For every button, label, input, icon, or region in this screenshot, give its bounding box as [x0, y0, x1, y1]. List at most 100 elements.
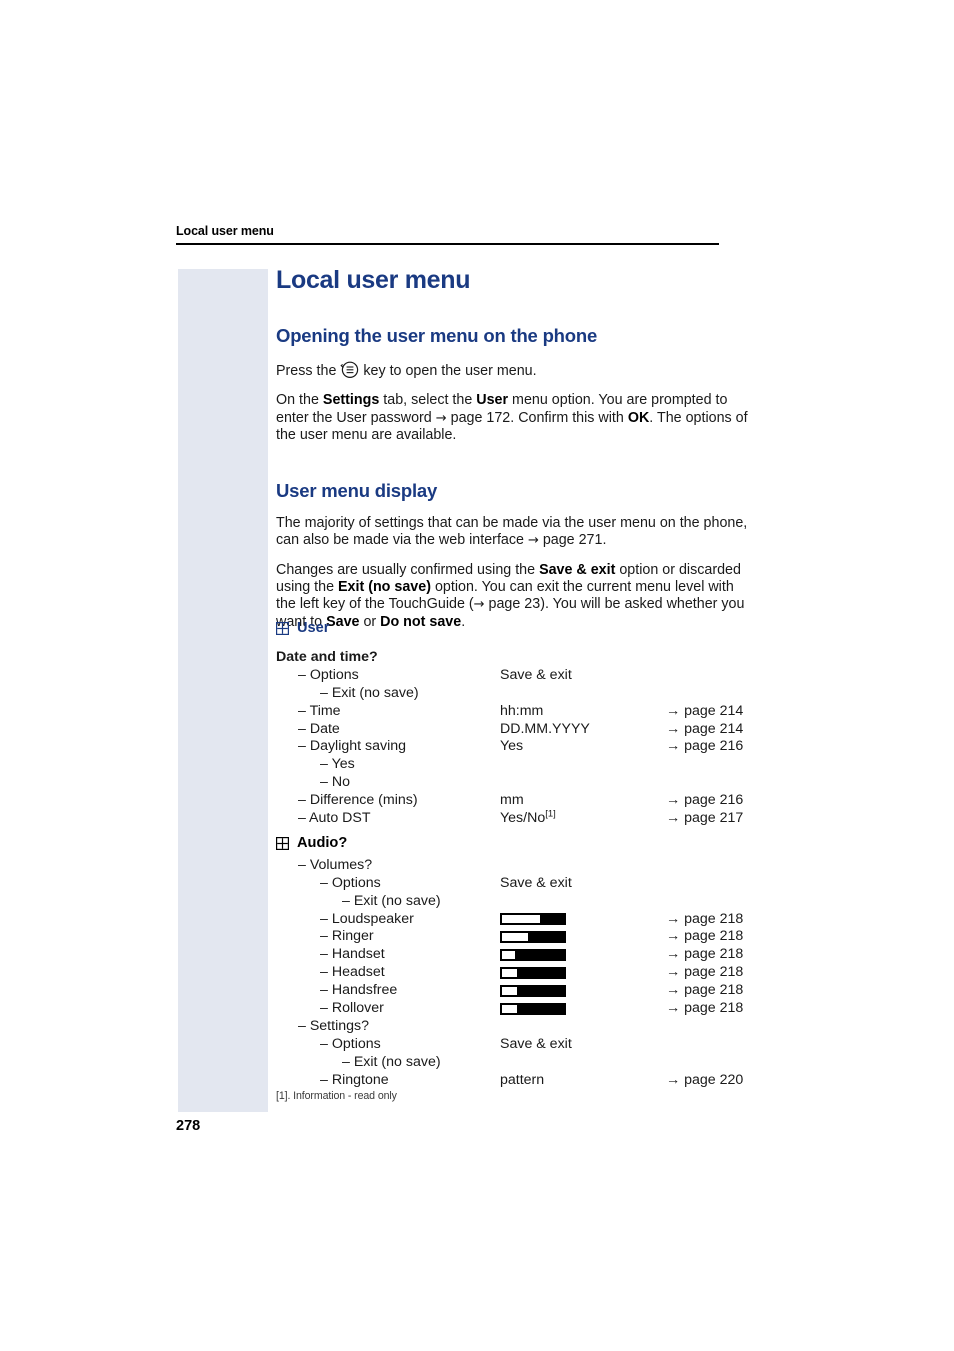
menu-item-value: Save & exit — [500, 666, 572, 683]
bold-save-exit: Save & exit — [539, 561, 616, 578]
menu-item-label: – Loudspeaker — [320, 910, 414, 927]
footnote-marker: [1] — [545, 808, 556, 820]
menu-tree-row[interactable]: Date and time? — [276, 649, 748, 667]
menu-tree-row[interactable]: – Loudspeaker → page 218 — [276, 911, 748, 929]
bold-user: User — [476, 392, 509, 409]
menu-item-label: – Auto DST — [298, 810, 371, 827]
page-number: 278 — [176, 1118, 201, 1134]
plus-box-icon[interactable] — [276, 622, 290, 639]
menu-tree-row[interactable]: – Auto DST Yes/No[1] → page 217 — [276, 808, 748, 828]
paragraph-majority-settings: The majority of settings that can be mad… — [276, 515, 748, 550]
arrow-right-icon: → — [435, 410, 447, 426]
page-title: Local user menu — [276, 266, 471, 294]
menu-item-value: Save & exit — [500, 1035, 572, 1052]
volume-bar-empty-portion — [502, 932, 529, 941]
menu-item-label: Date and time? — [276, 649, 378, 665]
volume-bar-empty-portion — [502, 968, 517, 977]
menu-tree-row[interactable]: – Yes — [276, 756, 748, 774]
menu-tree-row[interactable]: – Volumes? — [276, 857, 748, 875]
paragraph-settings-tab: On the Settings tab, select the User men… — [276, 392, 748, 444]
menu-item-label: – Exit (no save) — [342, 1053, 441, 1070]
text-fragment: On the — [276, 392, 323, 409]
menu-tree-row[interactable]: – Options Save & exit — [276, 1036, 748, 1054]
page-reference[interactable]: → page 216 — [666, 792, 743, 808]
page-reference[interactable]: → page 218 — [666, 982, 743, 998]
menu-item-label: – Ringtone — [320, 1071, 389, 1088]
text-fragment: The majority of settings that can be mad… — [276, 515, 748, 549]
text-fragment: page 271. — [538, 532, 607, 549]
volume-bar-empty-portion — [502, 950, 516, 959]
header-rule — [176, 243, 719, 245]
menu-item-label: – Yes — [320, 756, 355, 773]
menu-item-value: hh:mm — [500, 702, 544, 719]
menu-item-label: – Headset — [320, 964, 385, 981]
running-header: Local user menu — [176, 224, 274, 238]
plus-box-icon[interactable] — [276, 836, 290, 854]
volume-bar-empty-portion — [502, 1004, 517, 1013]
menu-group-label: User — [297, 620, 330, 636]
page-reference[interactable]: → page 214 — [666, 703, 743, 719]
menu-tree-row[interactable]: – Handset → page 218 — [276, 946, 748, 964]
page-reference[interactable]: → page 218 — [666, 1000, 743, 1016]
volume-level-bar — [500, 984, 566, 997]
menu-tree-row[interactable]: – Options Save & exit — [276, 667, 748, 685]
menu-item-label: – Handsfree — [320, 982, 398, 999]
footnote: [1]. Information - read only — [276, 1090, 397, 1102]
menu-item-value: Save & exit — [500, 874, 572, 891]
arrow-right-icon: → — [473, 597, 485, 613]
menu-tree-row[interactable]: – Daylight saving Yes → page 216 — [276, 738, 748, 756]
menu-group-header[interactable]: Audio? — [276, 835, 748, 857]
menu-key-icon — [340, 360, 359, 379]
menu-item-label: – Date — [298, 720, 340, 737]
page-reference[interactable]: → page 220 — [666, 1072, 743, 1088]
page-reference[interactable]: → page 217 — [666, 810, 743, 826]
menu-tree-row[interactable]: – Ringer → page 218 — [276, 928, 748, 946]
margin-decoration-block — [178, 269, 268, 1112]
menu-tree-row[interactable]: – Options Save & exit — [276, 875, 748, 893]
menu-item-label: – Difference (mins) — [298, 792, 418, 809]
page-reference[interactable]: → page 218 — [666, 946, 743, 962]
menu-tree-row[interactable]: – Exit (no save) — [276, 685, 748, 703]
menu-tree-row[interactable]: – Time hh:mm → page 214 — [276, 703, 748, 721]
menu-item-value: pattern — [500, 1071, 545, 1088]
menu-item-value: Yes/No[1] — [500, 808, 556, 827]
page-reference[interactable]: → page 218 — [666, 964, 743, 980]
menu-tree-row[interactable]: – Rollover → page 218 — [276, 1000, 748, 1018]
menu-item-label: – No — [320, 774, 350, 791]
menu-tree-row[interactable]: – Exit (no save) — [276, 1054, 748, 1072]
page-reference[interactable]: → page 218 — [666, 911, 743, 927]
section-heading-opening: Opening the user menu on the phone — [276, 325, 598, 346]
menu-tree-row[interactable]: – Settings? — [276, 1018, 748, 1036]
menu-tree-row[interactable]: – Ringtone pattern → page 220 — [276, 1072, 748, 1090]
menu-item-label: – Settings? — [298, 1017, 369, 1034]
bold-ok: OK — [627, 409, 650, 426]
menu-tree-row[interactable]: – Date DD.MM.YYYY → page 214 — [276, 721, 748, 739]
volume-level-bar — [500, 930, 566, 943]
page-reference[interactable]: → page 216 — [666, 738, 743, 754]
bold-settings: Settings — [322, 392, 380, 409]
menu-tree-row[interactable]: – Handsfree → page 218 — [276, 982, 748, 1000]
menu-item-label: – Exit (no save) — [342, 892, 441, 909]
menu-tree: User Date and time? – Options Save & exit – … — [276, 620, 748, 1089]
text-fragment: tab, select the — [379, 392, 477, 409]
menu-tree-row[interactable]: – Difference (mins) mm → page 216 — [276, 792, 748, 810]
menu-item-label: – Options — [320, 874, 381, 891]
volume-bar-empty-portion — [502, 986, 517, 995]
page-reference[interactable]: → page 218 — [666, 928, 743, 944]
volume-level-bar — [500, 966, 566, 979]
menu-tree-row[interactable]: – Headset → page 218 — [276, 964, 748, 982]
menu-group-header[interactable]: User — [276, 620, 748, 642]
page-reference[interactable]: → page 214 — [666, 721, 743, 737]
press-key-text-after: key to open the user menu. — [359, 363, 537, 379]
section-heading-display: User menu display — [276, 480, 438, 502]
volume-level-bar — [500, 913, 566, 926]
menu-item-label: – Exit (no save) — [320, 684, 419, 701]
menu-tree-row[interactable]: – Exit (no save) — [276, 893, 748, 911]
menu-item-label: – Volumes? — [298, 856, 373, 873]
volume-bar-empty-portion — [502, 915, 540, 924]
menu-tree-row[interactable]: – No — [276, 774, 748, 792]
volume-level-bar — [500, 948, 566, 961]
menu-item-label: – Options — [298, 666, 359, 683]
